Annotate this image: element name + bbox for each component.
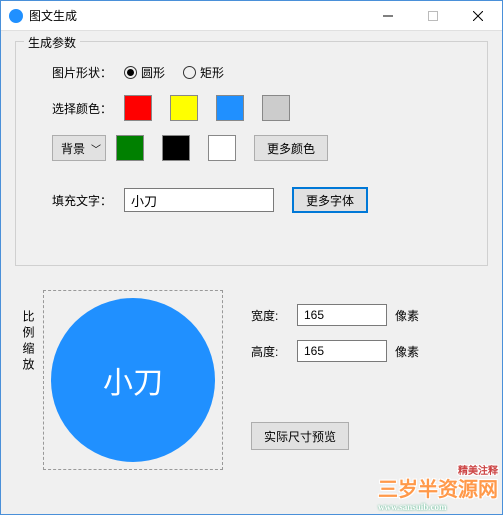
- bg-swatch-black[interactable]: [162, 135, 190, 161]
- bg-select[interactable]: 背景 ﹀: [52, 135, 106, 161]
- color-row: 选择颜色：: [52, 95, 471, 121]
- swatch-yellow[interactable]: [170, 95, 198, 121]
- minimize-icon: [383, 11, 393, 21]
- height-label: 高度:: [251, 343, 297, 360]
- fill-text-value: 小刀: [131, 191, 157, 210]
- swatch-red[interactable]: [124, 95, 152, 121]
- chevron-down-icon: ﹀: [91, 141, 101, 156]
- radio-icon: [124, 66, 137, 79]
- preview-box: 小刀: [43, 290, 223, 470]
- radio-circle-label: 圆形: [141, 64, 165, 81]
- actual-size-button[interactable]: 实际尺寸预览: [251, 422, 349, 450]
- height-row: 高度: 165 像素: [251, 340, 419, 362]
- radio-rect-label: 矩形: [200, 64, 224, 81]
- preview-text: 小刀: [103, 358, 163, 402]
- radio-icon: [183, 66, 196, 79]
- more-fonts-button[interactable]: 更多字体: [292, 187, 368, 213]
- close-button[interactable]: [455, 2, 500, 30]
- radio-rect[interactable]: 矩形: [183, 64, 224, 81]
- more-colors-button[interactable]: 更多颜色: [254, 135, 328, 161]
- shape-label: 图片形状：: [52, 64, 124, 81]
- bg-swatch-green[interactable]: [116, 135, 144, 161]
- more-fonts-label: 更多字体: [306, 192, 354, 209]
- more-colors-label: 更多颜色: [267, 140, 315, 157]
- lower-area: 比例缩放 小刀 宽度: 165 像素 高度: 165: [15, 290, 488, 470]
- color-label: 选择颜色：: [52, 100, 124, 117]
- bg-swatch-white[interactable]: [208, 135, 236, 161]
- bg-row: 背景 ﹀ 更多颜色: [52, 135, 471, 161]
- titlebar: 图文生成: [1, 1, 502, 31]
- group-title: 生成参数: [24, 34, 80, 51]
- width-label: 宽度:: [251, 307, 297, 324]
- minimize-button[interactable]: [365, 2, 410, 30]
- radio-circle[interactable]: 圆形: [124, 64, 165, 81]
- height-input[interactable]: 165: [297, 340, 387, 362]
- maximize-button[interactable]: [410, 2, 455, 30]
- preview-circle: 小刀: [51, 298, 215, 462]
- close-icon: [473, 11, 483, 21]
- swatch-blue[interactable]: [216, 95, 244, 121]
- shape-row: 图片形状： 圆形 矩形: [52, 64, 471, 81]
- fill-text-input[interactable]: 小刀: [124, 188, 274, 212]
- maximize-icon: [428, 11, 438, 21]
- client-area: 生成参数 图片形状： 圆形 矩形 选择颜色：: [1, 31, 502, 470]
- width-value: 165: [304, 308, 324, 322]
- app-icon: [9, 9, 23, 23]
- text-label: 填充文字：: [52, 192, 124, 209]
- dimensions-panel: 宽度: 165 像素 高度: 165 像素 实际尺寸预览: [251, 290, 419, 470]
- width-unit: 像素: [395, 307, 419, 324]
- actual-size-label: 实际尺寸预览: [264, 428, 336, 445]
- params-group: 生成参数 图片形状： 圆形 矩形 选择颜色：: [15, 41, 488, 266]
- text-row: 填充文字： 小刀 更多字体: [52, 187, 471, 213]
- app-window: 图文生成 生成参数 图片形状： 圆形 矩形: [0, 0, 503, 515]
- watermark-main: 三岁半资源网: [378, 479, 498, 501]
- bg-select-label: 背景: [61, 140, 85, 157]
- swatch-gray[interactable]: [262, 95, 290, 121]
- height-unit: 像素: [395, 343, 419, 360]
- window-title: 图文生成: [29, 7, 77, 24]
- width-input[interactable]: 165: [297, 304, 387, 326]
- watermark-url: www.sansuib.com: [378, 502, 498, 512]
- width-row: 宽度: 165 像素: [251, 304, 419, 326]
- height-value: 165: [304, 344, 324, 358]
- scale-label: 比例缩放: [19, 290, 37, 470]
